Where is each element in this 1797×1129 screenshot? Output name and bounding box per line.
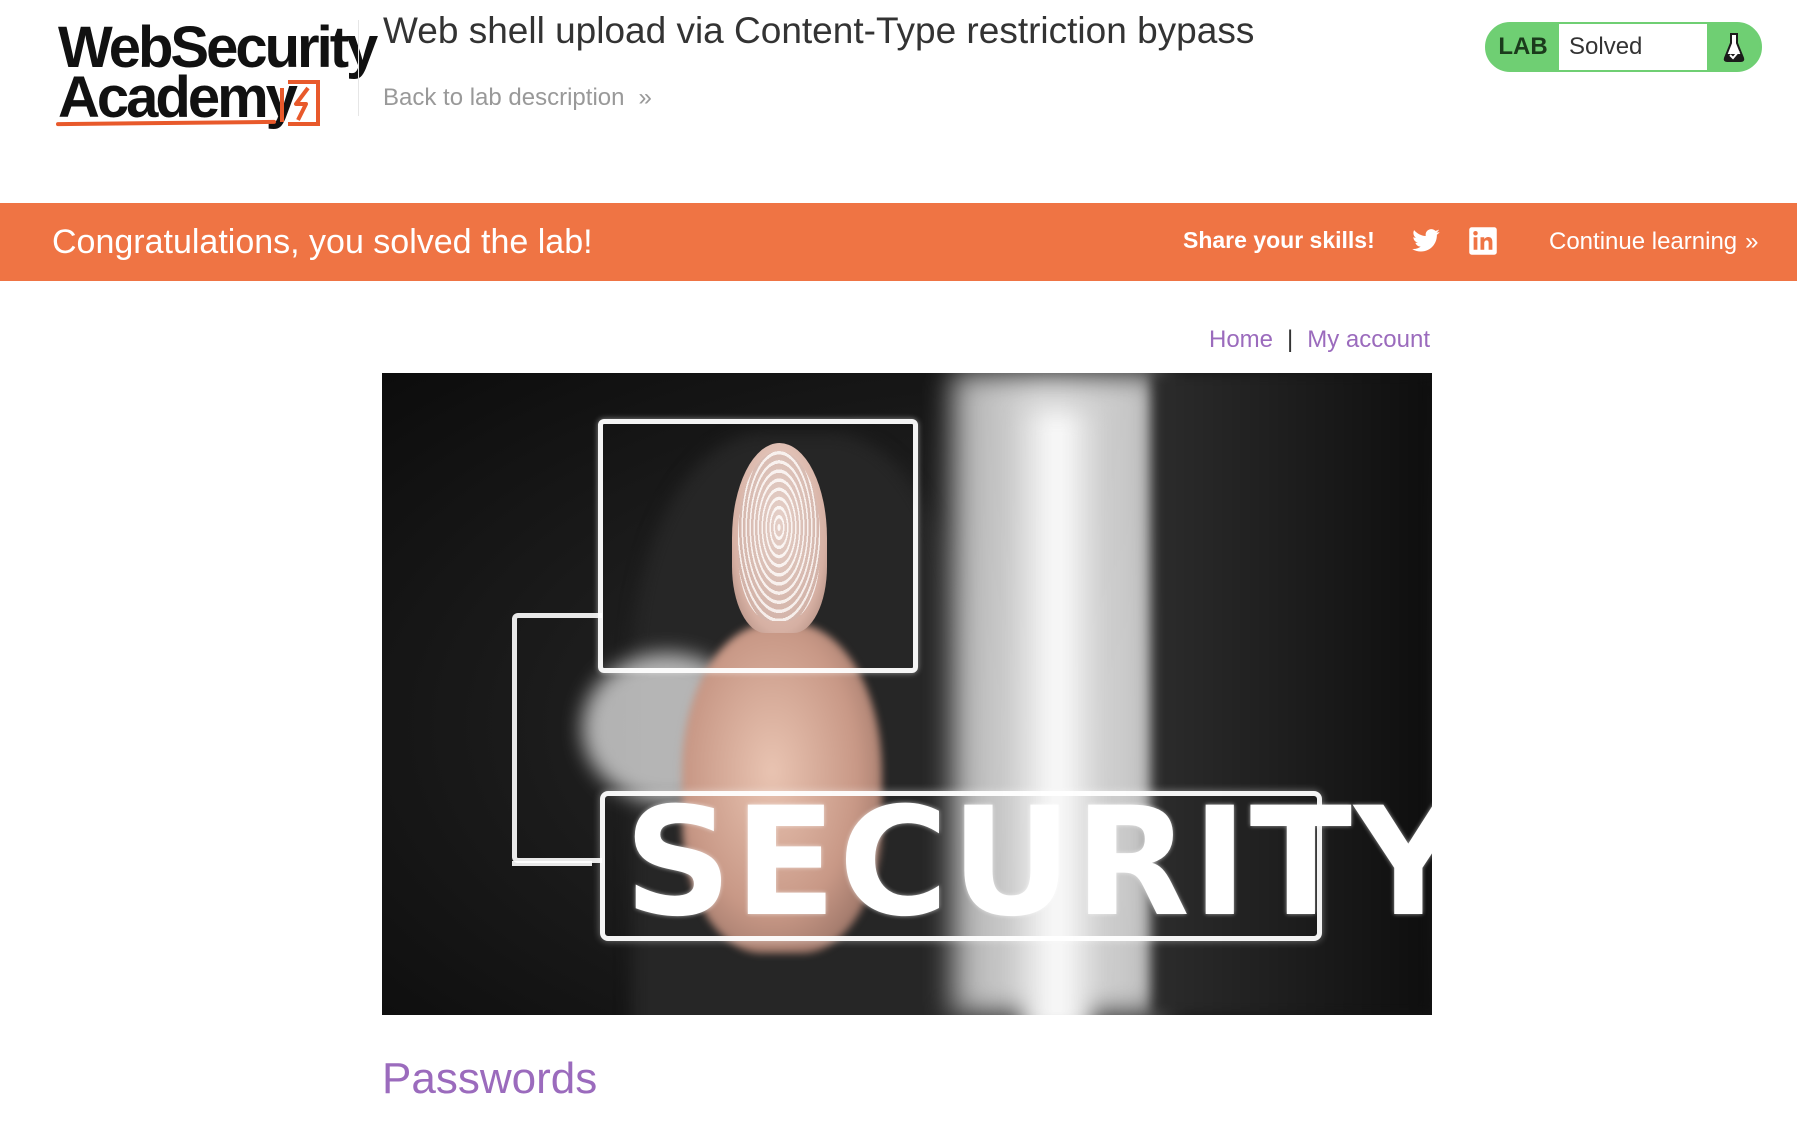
nav-home-link[interactable]: Home — [1209, 326, 1273, 354]
congratulations-message: Congratulations, you solved the lab! — [52, 223, 593, 261]
lab-status-widget: LAB Solved — [1485, 22, 1762, 72]
nav-my-account-link[interactable]: My account — [1307, 326, 1430, 354]
continue-learning-label: Continue learning — [1549, 228, 1738, 255]
lab-title: Web shell upload via Content-Type restri… — [383, 10, 1255, 51]
page-header: WebSecurity Academy Web shell upload via… — [0, 0, 1797, 203]
chevron-right-icon: » — [638, 84, 652, 111]
twitter-share-icon[interactable] — [1411, 226, 1441, 261]
web-security-academy-logo[interactable]: WebSecurity Academy — [55, 18, 378, 130]
logo-lightning-icon — [280, 80, 320, 126]
lab-solved-banner: Congratulations, you solved the lab! — [0, 203, 1797, 281]
lab-status-text: Solved — [1559, 24, 1707, 70]
back-link-label: Back to lab description — [383, 84, 625, 111]
share-your-skills-label: Share your skills! — [1183, 227, 1375, 253]
continue-learning-link[interactable]: Continue learning » — [1549, 228, 1759, 256]
logo-text-line2: Academy — [58, 65, 298, 130]
header-divider — [358, 20, 359, 116]
lab-badge: LAB — [1498, 33, 1548, 60]
post-title-link[interactable]: Passwords — [382, 1054, 597, 1104]
top-nav: Home | My account — [1209, 326, 1430, 354]
linkedin-share-icon[interactable] — [1468, 226, 1498, 261]
back-to-lab-description-link[interactable]: Back to lab description » — [383, 84, 652, 112]
flask-icon — [1707, 24, 1760, 70]
hero-overlay-text: SECURITY — [624, 776, 1432, 950]
chevron-right-icon: » — [1745, 228, 1759, 255]
nav-separator: | — [1287, 326, 1294, 353]
blog-post-image: SECURITY — [382, 373, 1432, 1015]
